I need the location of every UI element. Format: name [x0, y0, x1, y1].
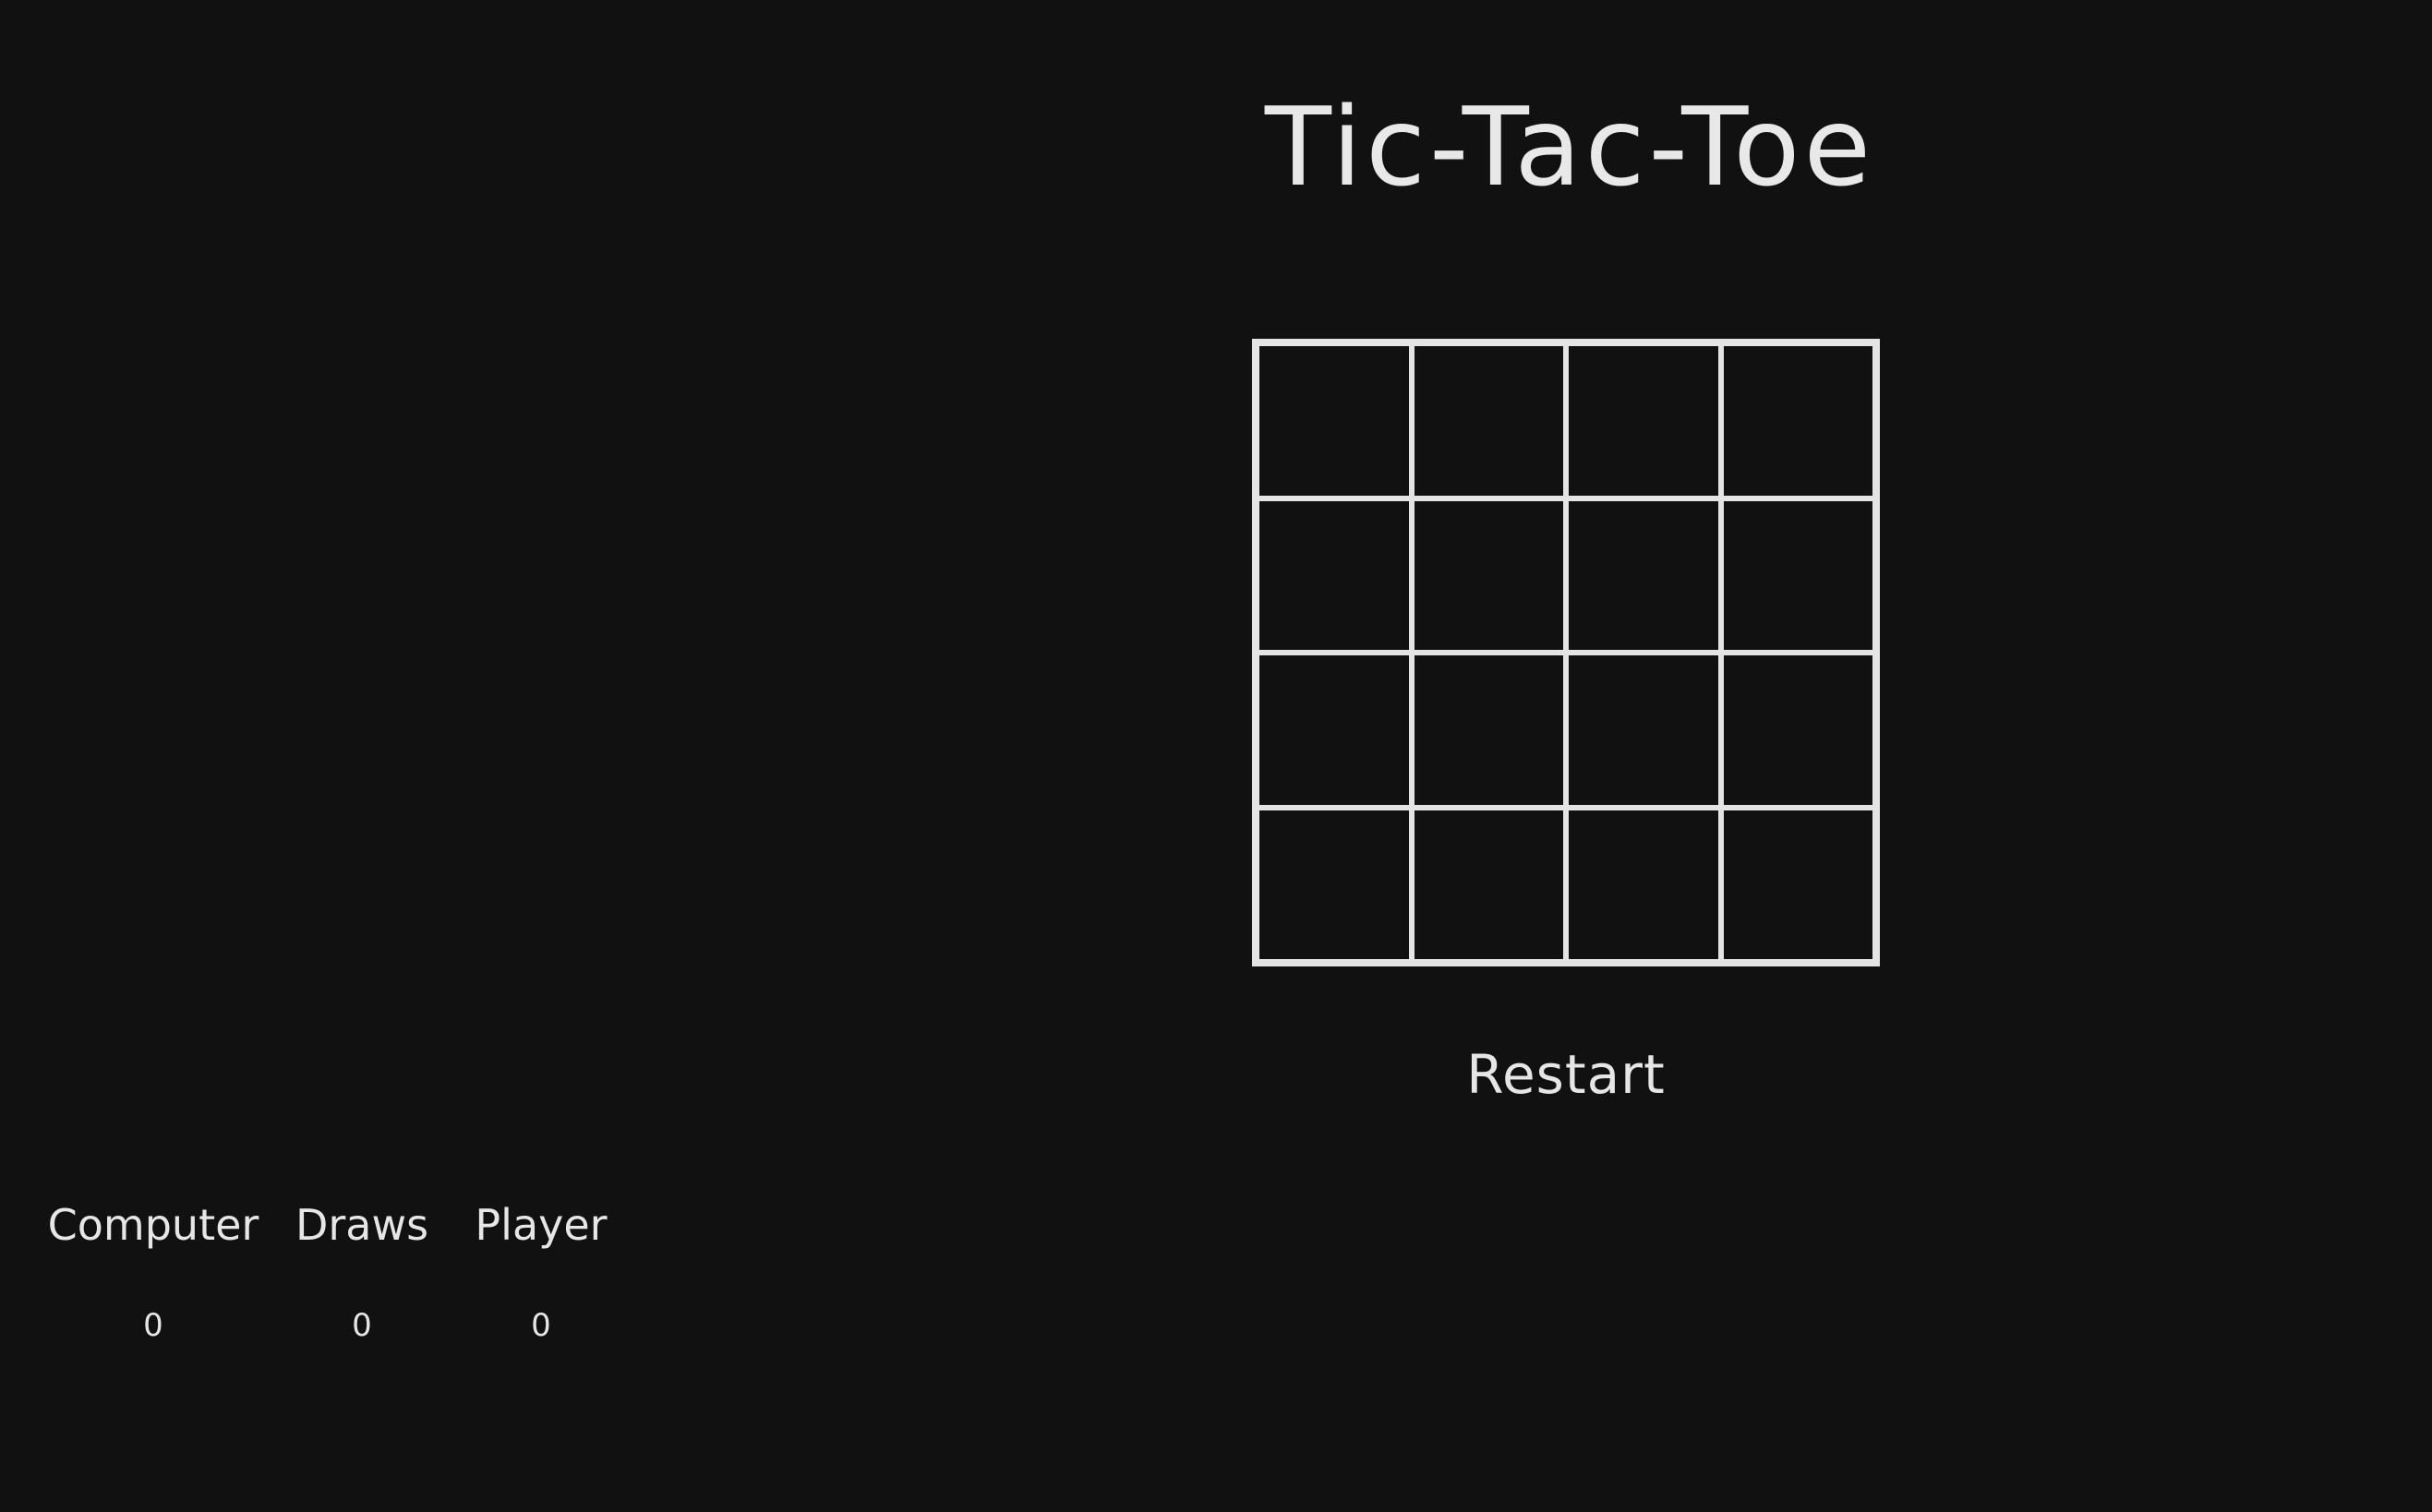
board-cell[interactable]: [1411, 653, 1566, 808]
scoreboard: Computer 0 Draws 0 Player 0: [28, 1200, 619, 1385]
game-title: Tic-Tac-Toe: [1264, 83, 1875, 210]
player-score-label: Player: [475, 1200, 608, 1250]
restart-button[interactable]: Restart: [1418, 1043, 1714, 1106]
board-cell[interactable]: [1257, 807, 1412, 962]
draws-score-label: Draws: [295, 1200, 429, 1250]
board-cell[interactable]: [1720, 653, 1875, 808]
computer-score-value: 0: [143, 1307, 163, 1344]
game-page: Tic-Tac-Toe Restart Computer 0 Draws 0 P…: [0, 0, 2432, 1512]
board-cell[interactable]: [1411, 343, 1566, 498]
board-cell[interactable]: [1257, 498, 1412, 653]
board-cell[interactable]: [1566, 498, 1721, 653]
player-score-value: 0: [531, 1307, 551, 1344]
board-cell[interactable]: [1257, 653, 1412, 808]
board-cell[interactable]: [1720, 807, 1875, 962]
board-cell[interactable]: [1720, 498, 1875, 653]
player-score-column: Player 0: [458, 1200, 624, 1344]
board-cell[interactable]: [1720, 343, 1875, 498]
draws-score-column: Draws 0: [279, 1200, 445, 1344]
board-cell[interactable]: [1566, 343, 1721, 498]
board-cell[interactable]: [1566, 807, 1721, 962]
board-cell[interactable]: [1411, 807, 1566, 962]
computer-score-column: Computer 0: [44, 1200, 262, 1344]
board-cell[interactable]: [1566, 653, 1721, 808]
draws-score-value: 0: [352, 1307, 372, 1344]
computer-score-label: Computer: [47, 1200, 259, 1250]
game-board: [1252, 339, 1880, 966]
board-cell[interactable]: [1411, 498, 1566, 653]
board-cell[interactable]: [1257, 343, 1412, 498]
